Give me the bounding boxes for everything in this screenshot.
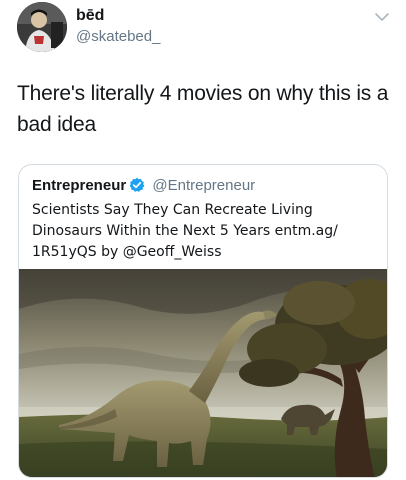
avatar[interactable] [17,2,67,52]
tweet-text: There's literally 4 movies on why this i… [17,82,389,136]
quoted-tweet-card[interactable]: Entrepreneur @Entrepreneur Scientists Sa… [18,164,388,478]
tweet: bēd @skatebed_ There's literally 4 movie… [0,0,406,480]
quoted-tweet-text: Scientists Say They Can Recreate Living … [32,202,338,260]
author-handle[interactable]: @skatebed_ [76,27,160,47]
quoted-tweet-header: Entrepreneur @Entrepreneur [32,176,255,196]
avatar-image [17,2,67,52]
quoted-tweet-image[interactable] [19,269,387,477]
dinosaur-scene-image [19,269,387,477]
verified-badge-icon [129,177,145,193]
author-display-name[interactable]: bēd [76,6,104,26]
quoted-handle[interactable]: @Entrepreneur [152,177,255,194]
quoted-display-name[interactable]: Entrepreneur [32,177,126,194]
chevron-down-icon[interactable] [374,10,390,22]
